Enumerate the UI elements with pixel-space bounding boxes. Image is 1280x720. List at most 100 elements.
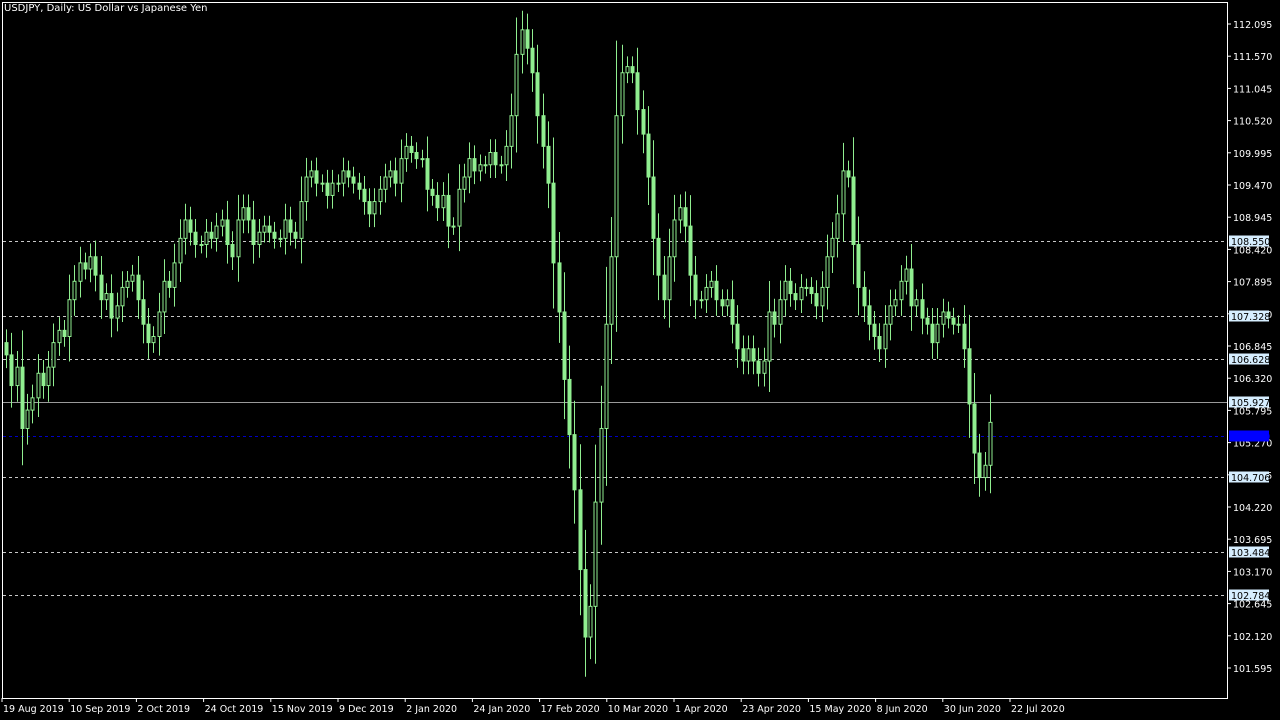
candle-body xyxy=(472,158,477,172)
candle-body xyxy=(467,158,472,178)
candle-body xyxy=(136,274,141,301)
candle-body xyxy=(299,201,304,239)
y-tick-label: 111.570 xyxy=(1233,52,1272,63)
candle-body xyxy=(83,262,88,270)
candle-body xyxy=(678,207,683,221)
candle-body xyxy=(778,299,783,325)
candle-body xyxy=(420,158,425,161)
x-tick-label: 23 Apr 2020 xyxy=(742,704,801,715)
candle-body xyxy=(641,109,646,135)
candle-body xyxy=(567,378,572,436)
price-chart[interactable]: 112.095 111.570 111.045 110.520 109.995 109.4… xyxy=(0,0,1280,720)
y-tick-label: 104.220 xyxy=(1233,503,1272,514)
candle-body xyxy=(841,170,846,215)
x-tick-label: 19 Aug 2019 xyxy=(3,704,64,715)
line-price-label: 108.550 xyxy=(1231,237,1270,248)
x-tick-label: 15 May 2020 xyxy=(809,704,871,715)
candle-body xyxy=(435,194,440,209)
candle-body xyxy=(756,360,761,374)
candle-body xyxy=(399,158,404,184)
candle-body xyxy=(309,170,314,178)
candle-body xyxy=(877,335,882,350)
candle-body xyxy=(972,403,977,454)
candle-body xyxy=(99,274,104,301)
candle-body xyxy=(236,219,241,258)
candle-body xyxy=(357,182,362,190)
candle-body xyxy=(172,262,177,288)
candle-body xyxy=(814,293,819,307)
candle-body xyxy=(362,188,367,203)
candle-body xyxy=(504,145,509,166)
candle-body xyxy=(899,280,904,301)
candle-body xyxy=(262,225,267,233)
candle-body xyxy=(720,299,725,307)
candle-body xyxy=(314,170,319,184)
candle-body xyxy=(572,434,577,491)
y-tick-label: 107.895 xyxy=(1233,278,1272,289)
candle-body xyxy=(583,569,588,638)
candle-body xyxy=(651,176,656,239)
candle-body xyxy=(730,299,735,325)
candle-body xyxy=(604,323,609,429)
line-price-label: 102.784 xyxy=(1231,591,1270,602)
candle-body xyxy=(804,286,809,289)
candle-body xyxy=(9,354,14,387)
candle-body xyxy=(425,158,430,190)
x-tick-label: 9 Dec 2019 xyxy=(339,704,394,715)
candle-body xyxy=(246,207,251,221)
x-tick-label: 10 Mar 2020 xyxy=(608,704,668,715)
candle-body xyxy=(525,29,530,49)
candle-body xyxy=(251,219,256,245)
candle-body xyxy=(388,170,393,178)
candle-body xyxy=(856,243,861,288)
candle-body xyxy=(546,145,551,184)
candle-body xyxy=(609,256,614,325)
candle-body xyxy=(809,286,814,295)
y-tick-label: 103.170 xyxy=(1233,567,1272,578)
y-tick-label: 102.120 xyxy=(1233,632,1272,643)
line-price-label: 107.328 xyxy=(1231,312,1270,323)
x-tick-label: 30 Jun 2020 xyxy=(944,704,1001,715)
candle-body xyxy=(946,311,951,319)
candle-body xyxy=(751,348,756,362)
x-tick-label: 1 Apr 2020 xyxy=(675,704,728,715)
candle-body xyxy=(862,286,867,307)
candle-body xyxy=(488,151,493,166)
candle-body xyxy=(20,366,25,429)
candle-body xyxy=(178,237,183,264)
y-tick-label: 112.095 xyxy=(1233,20,1272,31)
candle-body xyxy=(30,397,35,411)
candle-body xyxy=(188,219,193,233)
candle-body xyxy=(909,268,914,307)
candle-body xyxy=(693,274,698,301)
candle-body xyxy=(846,170,851,178)
candle-body xyxy=(930,323,935,344)
candle-body xyxy=(888,305,893,325)
candle-body xyxy=(4,342,9,356)
candle-body xyxy=(62,329,67,337)
candle-body xyxy=(157,311,162,337)
candle-body xyxy=(530,47,535,74)
candle-body xyxy=(330,182,335,196)
y-tick-label: 101.595 xyxy=(1233,664,1272,675)
candle-body xyxy=(704,286,709,301)
candle-body xyxy=(578,489,583,571)
candle-body xyxy=(499,164,504,167)
candle-body xyxy=(872,323,877,337)
candle-body xyxy=(88,256,93,270)
y-tick-label: 109.470 xyxy=(1233,181,1272,192)
candle-body xyxy=(151,335,156,344)
candle-body xyxy=(599,427,604,503)
candle-body xyxy=(41,372,46,387)
candle-body xyxy=(130,274,135,282)
candle-body xyxy=(167,280,172,288)
candle-body xyxy=(935,323,940,344)
chart-title: USDJPY, Daily: US Dollar vs Japanese Yen xyxy=(4,3,208,14)
candle-body xyxy=(746,348,751,362)
candle-body xyxy=(793,293,798,301)
candle-body xyxy=(667,256,672,301)
candle-body xyxy=(257,231,262,245)
candle-body xyxy=(635,72,640,111)
candle-body xyxy=(430,188,435,196)
candle-body xyxy=(662,274,667,301)
